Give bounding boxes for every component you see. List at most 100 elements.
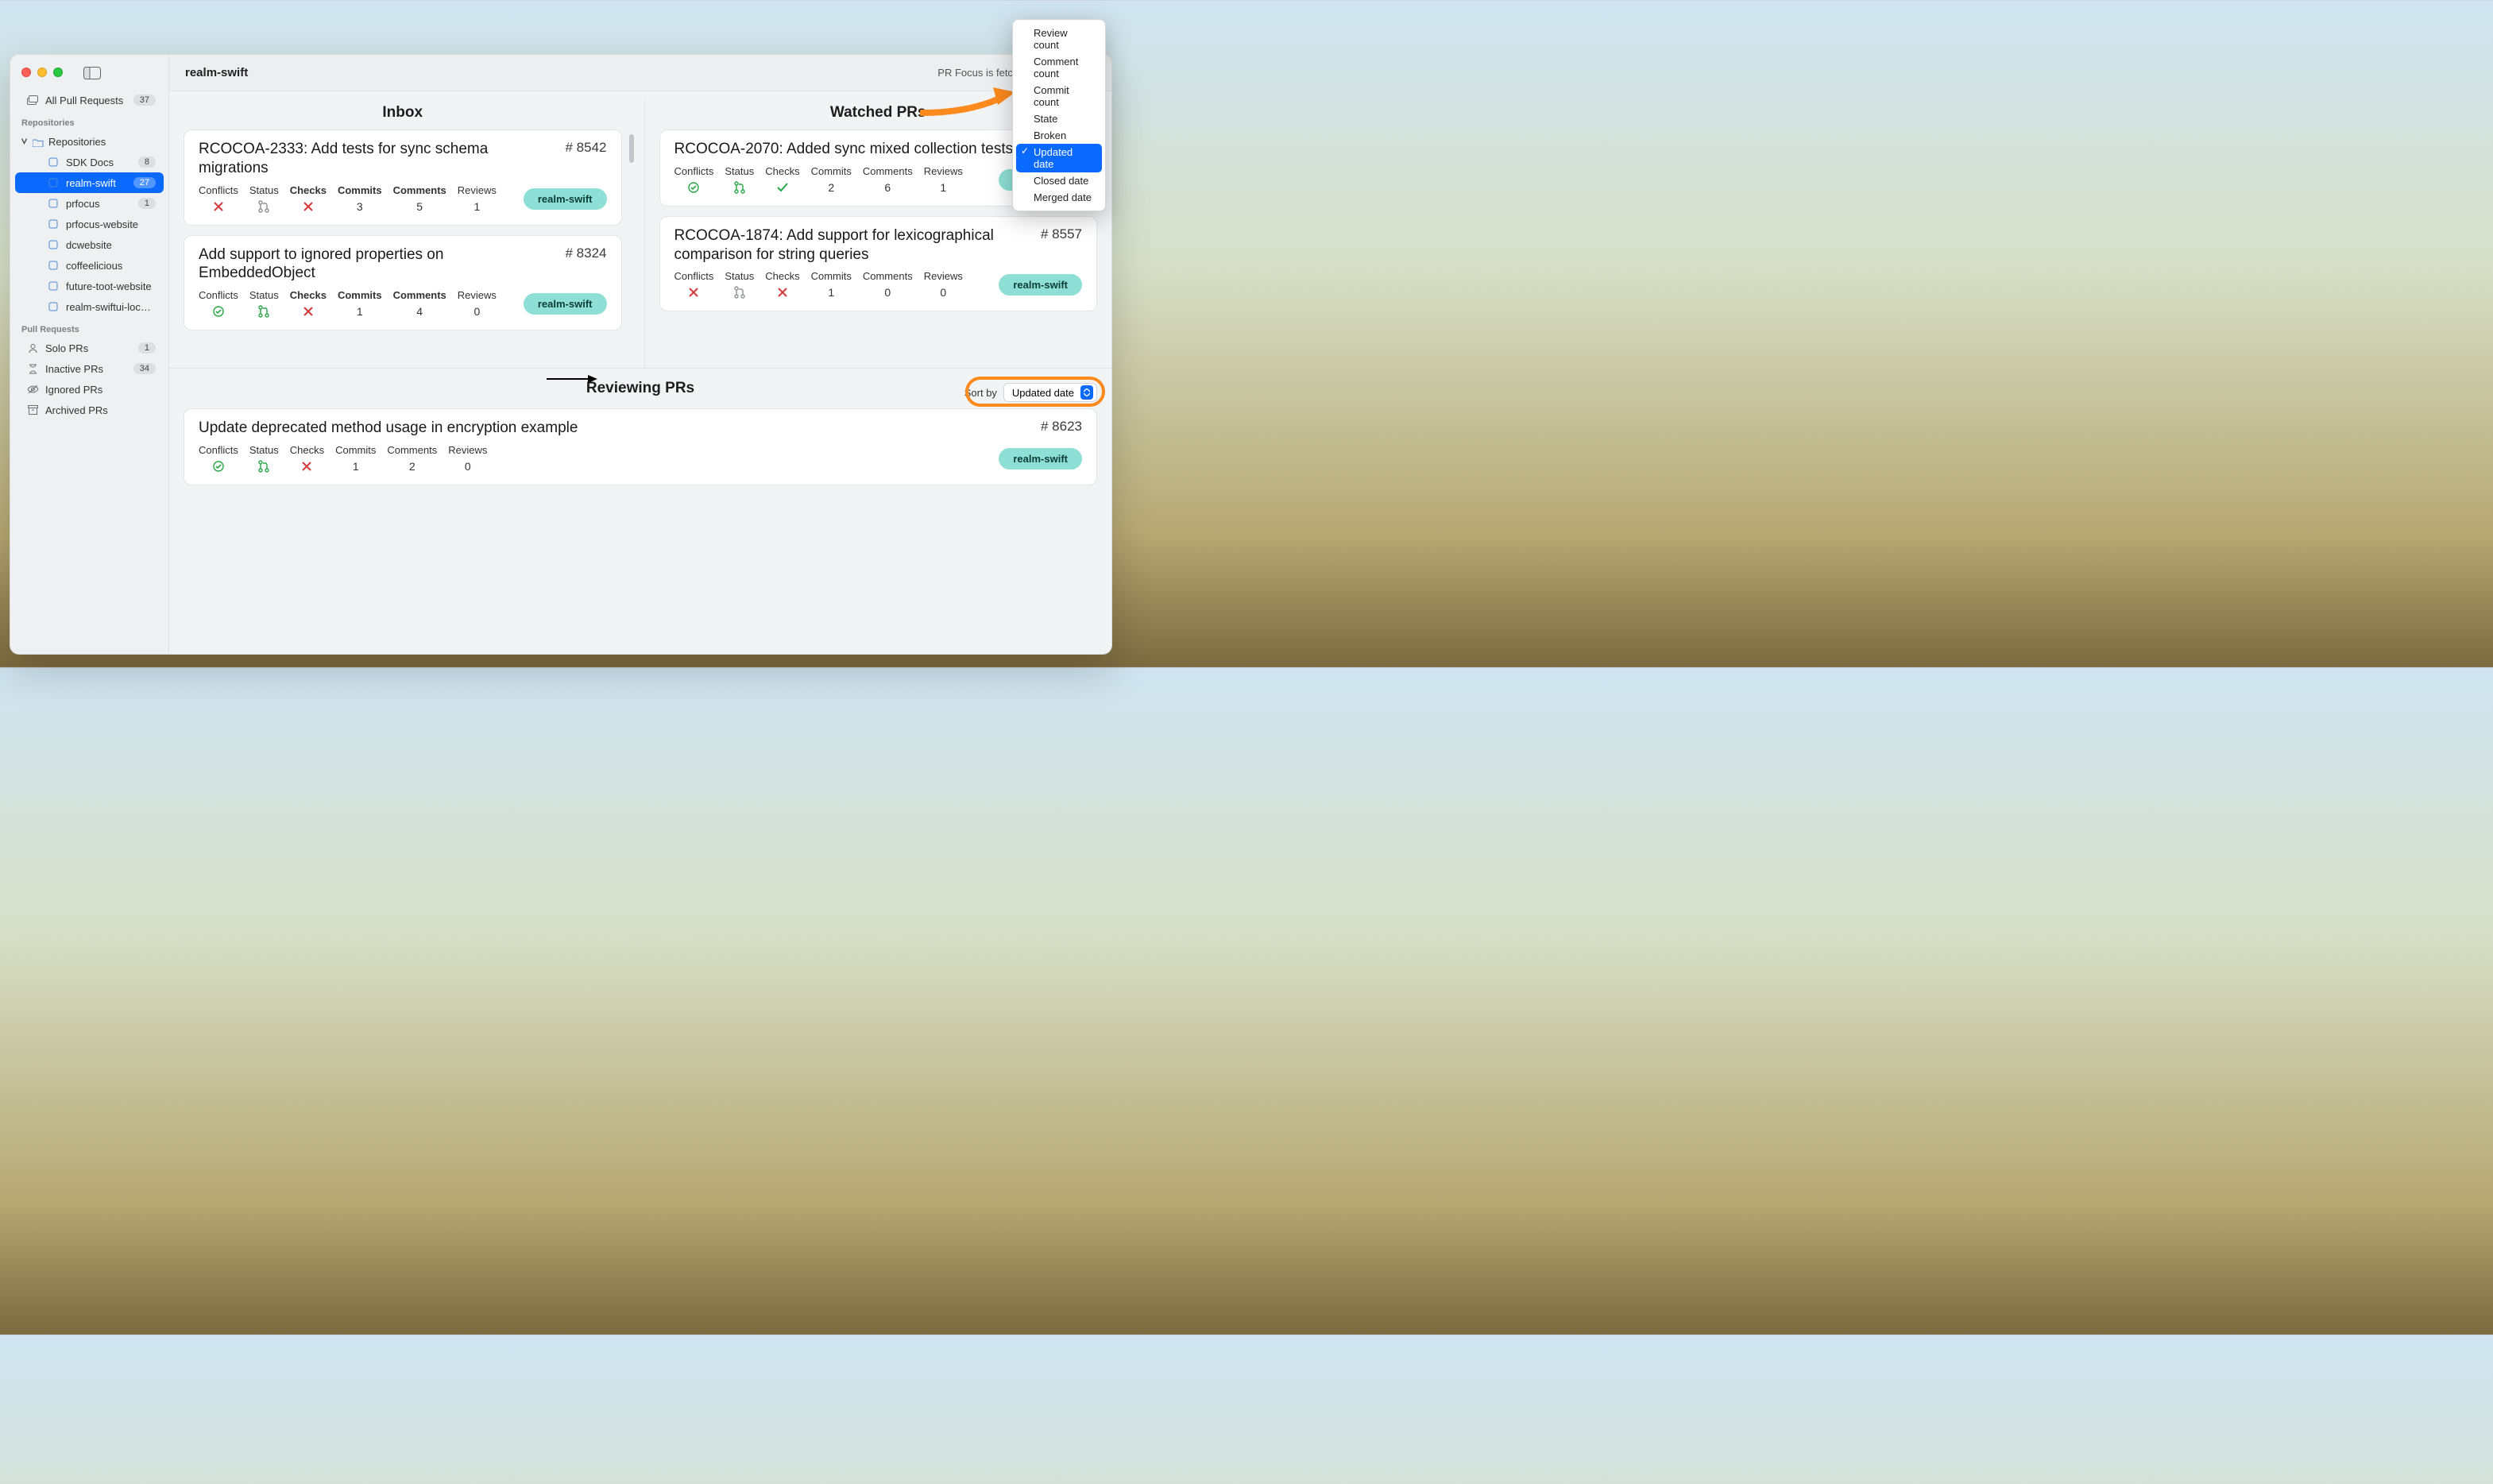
repo-pill[interactable]: realm-swift [999, 274, 1082, 296]
sidebar-all-count: 37 [133, 95, 156, 106]
sidebar-item-label: prfocus-website [66, 218, 156, 230]
sidebar-repo-coffeelicious[interactable]: coffeelicious [15, 255, 164, 276]
sidebar-item-label: Archived PRs [45, 404, 156, 416]
sidebar-pr-inactive-prs[interactable]: Inactive PRs34 [15, 358, 164, 379]
dropdown-item-state[interactable]: State [1016, 110, 1102, 127]
stat-header: Status [725, 165, 754, 177]
sidebar-pr-solo-prs[interactable]: Solo PRs1 [15, 338, 164, 358]
chevron-down-icon [20, 137, 32, 145]
stat-value [258, 459, 269, 473]
stat-header: Commits [338, 184, 382, 196]
stat-value [303, 199, 313, 214]
stat-comments: Comments6 [863, 165, 913, 195]
close-window-button[interactable] [21, 68, 31, 77]
dropdown-item-updated-date[interactable]: Updated date [1016, 144, 1102, 172]
sort-value: Updated date [1012, 387, 1074, 399]
stat-value: 6 [884, 180, 891, 195]
stat-header: Checks [290, 289, 327, 301]
sidebar-item-label: prfocus [66, 198, 138, 210]
inbox-scroll[interactable]: RCOCOA-2333: Add tests for sync schema m… [169, 129, 636, 368]
sidebar-repo-prfocus-website[interactable]: prfocus-website [15, 214, 164, 234]
stat-commits: Commits3 [338, 184, 382, 214]
stat-comments: Comments4 [393, 289, 446, 319]
pr-number: # 8557 [1041, 226, 1082, 242]
sort-select[interactable]: Updated date [1003, 383, 1097, 402]
sidebar-repo-prfocus[interactable]: prfocus1 [15, 193, 164, 214]
stat-comments: Comments5 [393, 184, 446, 214]
sidebar-pr-list: Solo PRs1Inactive PRs34Ignored PRsArchiv… [10, 338, 168, 420]
stat-checks: Checks [765, 270, 799, 300]
sidebar-pr-ignored-prs[interactable]: Ignored PRs [15, 379, 164, 400]
minimize-window-button[interactable] [37, 68, 47, 77]
pr-stats: ConflictsStatusChecksCommits1Comments0Re… [674, 270, 963, 300]
stat-comments: Comments0 [863, 270, 913, 300]
stat-value: 5 [416, 199, 423, 214]
scrollbar-thumb[interactable] [629, 134, 634, 163]
sidebar-repo-dcwebsite[interactable]: dcwebsite [15, 234, 164, 255]
stat-header: Checks [765, 165, 799, 177]
stat-header: Status [249, 289, 279, 301]
sidebar-repo-list: SDK Docs8realm-swift27prfocus1 prfocus-we… [10, 152, 168, 317]
stat-header: Checks [765, 270, 799, 282]
window-controls [21, 68, 63, 77]
pr-card[interactable]: RCOCOA-1874: Add support for lexicograph… [659, 216, 1098, 312]
stat-value [689, 285, 698, 300]
stat-status: Status [725, 165, 754, 195]
pr-title: Add support to ignored properties on Emb… [199, 245, 550, 284]
sort-dropdown-menu[interactable]: Review countComment countCommit countSta… [1012, 19, 1106, 211]
pr-title: RCOCOA-2333: Add tests for sync schema m… [199, 140, 550, 178]
repo-icon [47, 281, 60, 291]
dropdown-item-comment-count[interactable]: Comment count [1016, 53, 1102, 82]
column-header-reviewing: Reviewing PRs [184, 380, 1097, 397]
dropdown-item-merged-date[interactable]: Merged date [1016, 189, 1102, 206]
stat-header: Status [725, 270, 754, 282]
stat-value: 0 [465, 459, 471, 473]
sidebar-repo-realm-swiftui-local-[interactable]: realm-swiftui-local-… [15, 296, 164, 317]
sidebar-repo-realm-swift[interactable]: realm-swift27 [15, 172, 164, 193]
sidebar-item-label: Inactive PRs [45, 363, 133, 375]
stat-conflicts: Conflicts [674, 270, 714, 300]
pr-card[interactable]: RCOCOA-2333: Add tests for sync schema m… [184, 129, 622, 226]
stat-value: 1 [473, 199, 480, 214]
dropdown-item-broken[interactable]: Broken [1016, 127, 1102, 144]
stat-conflicts: Conflicts [199, 184, 238, 214]
dropdown-item-review-count[interactable]: Review count [1016, 25, 1102, 53]
dropdown-item-closed-date[interactable]: Closed date [1016, 172, 1102, 189]
repo-icon [47, 157, 60, 167]
main-content: realm-swift PR Focus is fetching updates… [169, 55, 1111, 654]
sidebar-repo-sdk-docs[interactable]: SDK Docs8 [15, 152, 164, 172]
sidebar-group-repositories[interactable]: Repositories [10, 131, 168, 152]
sidebar-pr-archived-prs[interactable]: Archived PRs [15, 400, 164, 420]
stat-header: Checks [290, 444, 324, 456]
repo-pill[interactable]: realm-swift [524, 293, 607, 315]
repo-icon [47, 219, 60, 229]
repo-icon [47, 240, 60, 249]
sidebar-item-count: 1 [138, 342, 156, 354]
stat-conflicts: Conflicts [199, 289, 238, 319]
pr-card[interactable]: Add support to ignored properties on Emb… [184, 235, 622, 331]
sidebar-item-count: 34 [133, 363, 156, 374]
dropdown-item-commit-count[interactable]: Commit count [1016, 82, 1102, 110]
stat-value: 2 [828, 180, 834, 195]
stat-header: Conflicts [199, 289, 238, 301]
stat-header: Conflicts [674, 165, 714, 177]
zoom-window-button[interactable] [53, 68, 63, 77]
stat-status: Status [249, 444, 279, 473]
archive-icon [26, 405, 39, 415]
stat-header: Checks [290, 184, 327, 196]
reviewing-scroll[interactable]: Update deprecated method usage in encryp… [184, 408, 1097, 485]
sidebar-all-pull-requests[interactable]: All Pull Requests 37 [15, 90, 164, 110]
stat-reviews: Reviews0 [924, 270, 963, 300]
stat-value: 1 [357, 304, 363, 319]
stat-checks: Checks [290, 289, 327, 319]
repo-pill[interactable]: realm-swift [999, 448, 1082, 470]
repo-pill[interactable]: realm-swift [524, 188, 607, 210]
stat-value: 2 [409, 459, 416, 473]
stat-status: Status [249, 184, 279, 214]
pr-card[interactable]: Update deprecated method usage in encryp… [184, 408, 1097, 485]
sidebar-toggle-icon[interactable] [83, 66, 101, 79]
stat-value [734, 285, 745, 300]
repo-icon [47, 178, 60, 187]
stat-header: Reviews [458, 184, 497, 196]
sidebar-repo-future-toot-website[interactable]: future-toot-website [15, 276, 164, 296]
